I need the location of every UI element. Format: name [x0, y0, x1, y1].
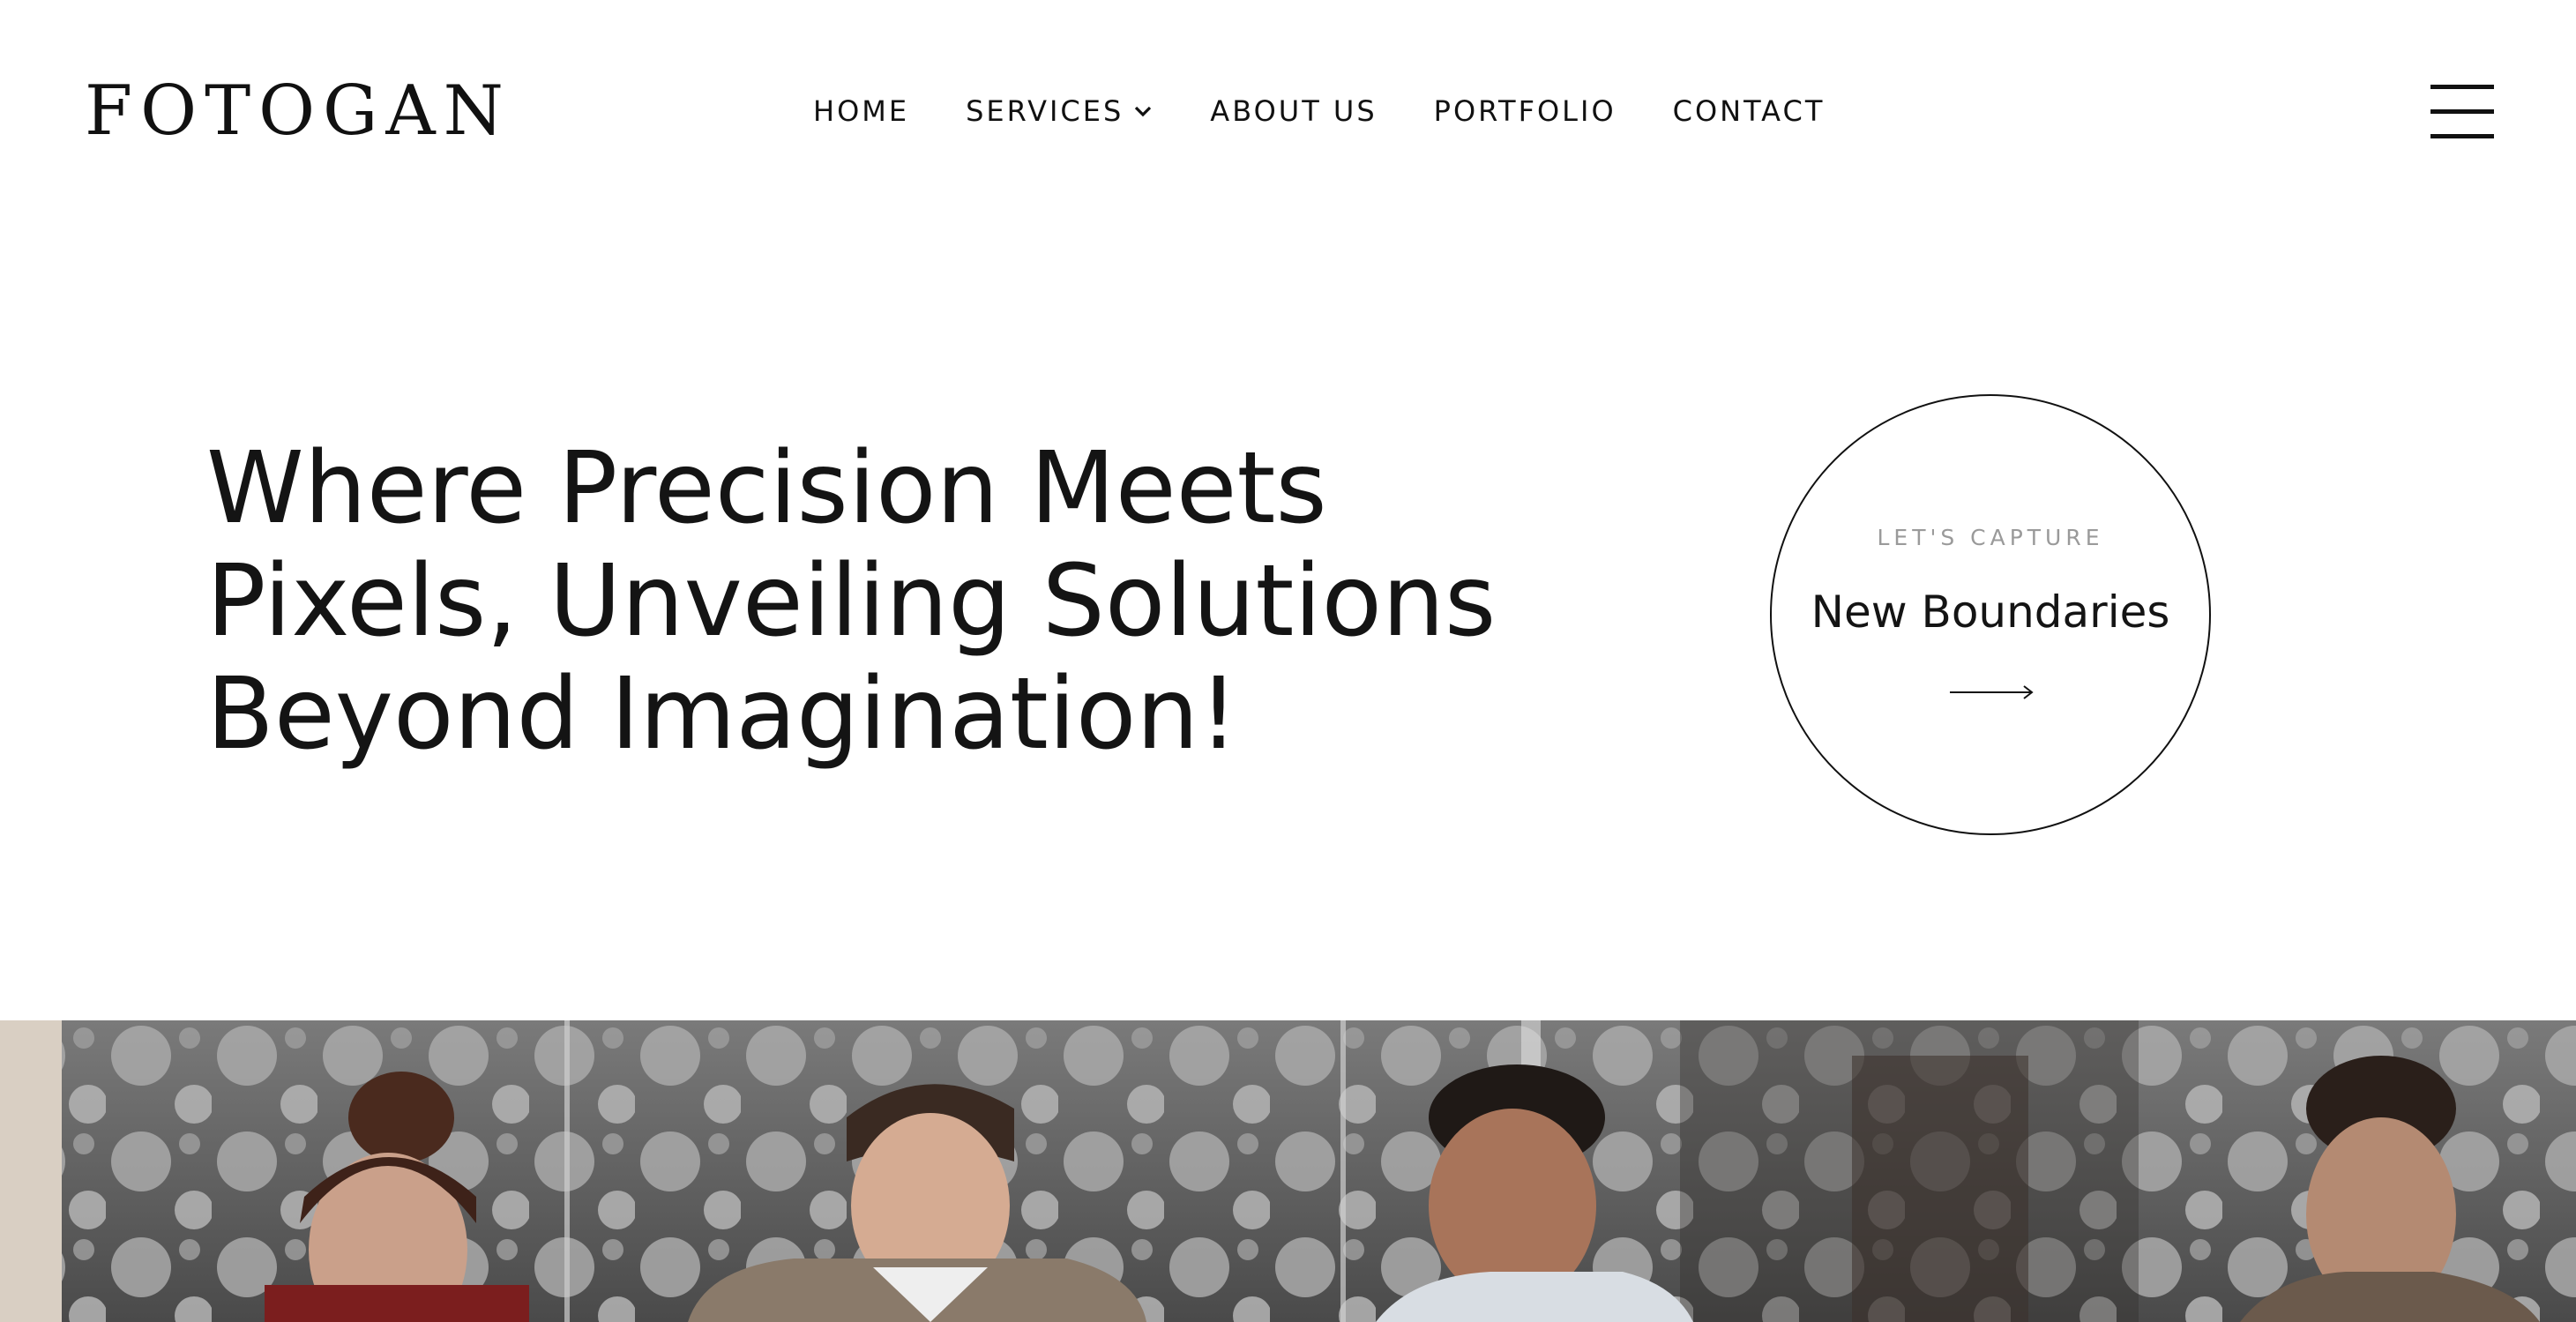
nav-item-home[interactable]: HOME [813, 94, 909, 128]
menu-bar [2430, 109, 2494, 114]
nav-item-about-us[interactable]: ABOUT US [1210, 94, 1377, 128]
menu-bar [2430, 85, 2494, 89]
hero-title: Where Precision Meets Pixels, Unveiling … [206, 432, 1529, 771]
cta-circle-button[interactable]: LET'S CAPTURE New Boundaries [1770, 394, 2211, 835]
chevron-down-icon [1135, 106, 1152, 117]
site-header: FOTOGAN HOME SERVICES ABOUT US PORTFOLIO… [0, 0, 2576, 222]
nav-item-label: HOME [813, 94, 910, 128]
nav-item-label: ABOUT US [1210, 94, 1378, 128]
brand-logo[interactable]: FOTOGAN [85, 71, 511, 151]
office-team-photo [0, 1020, 2576, 1322]
hero-title-line: Beyond Imagination! [206, 657, 1239, 772]
menu-bar [2430, 134, 2494, 138]
nav-item-label: CONTACT [1672, 94, 1826, 128]
cta-title: New Boundaries [1811, 586, 2170, 638]
nav-item-contact[interactable]: CONTACT [1673, 94, 1826, 128]
hero-title-line: Where Precision Meets [206, 431, 1327, 546]
cta-kicker: LET'S CAPTURE [1877, 525, 2104, 550]
logo-text: FOTOGAN [85, 71, 511, 151]
hero-photo [0, 1020, 2576, 1322]
nav-item-portfolio[interactable]: PORTFOLIO [1434, 94, 1617, 128]
nav-item-services[interactable]: SERVICES [966, 94, 1154, 128]
arrow-right-icon [1950, 685, 2034, 699]
main-nav: HOME SERVICES ABOUT US PORTFOLIO CONTACT [813, 92, 1825, 131]
nav-item-label: SERVICES [966, 94, 1124, 128]
hero-title-line: Pixels, Unveiling Solutions [206, 544, 1497, 659]
nav-item-label: PORTFOLIO [1433, 94, 1617, 128]
hamburger-menu-icon[interactable] [2430, 85, 2494, 139]
